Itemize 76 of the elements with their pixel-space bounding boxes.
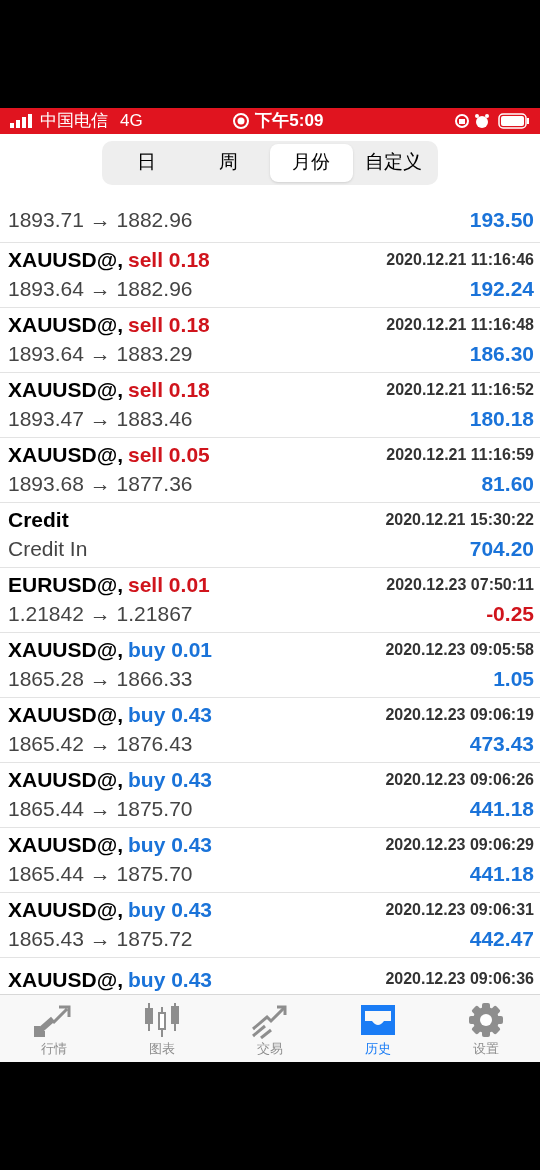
period-tab[interactable]: 月份 xyxy=(270,143,353,182)
symbol-label: XAUUSD@, xyxy=(8,377,123,404)
symbol-label: XAUUSD@, xyxy=(8,312,123,339)
deal-time: 2020.12.23 09:06:26 xyxy=(385,770,534,791)
profit-value: 193.50 xyxy=(469,207,534,233)
symbol-label: EURUSD@, xyxy=(8,572,123,599)
order-type-label: buy 0.43 xyxy=(128,897,213,924)
order-type-label: buy 0.43 xyxy=(128,966,213,993)
symbol-label: XAUUSD@, xyxy=(8,966,123,993)
price-range: 1865.44 → 1875.70 xyxy=(8,860,193,887)
rotation-lock-icon xyxy=(454,113,470,129)
profit-value: 473.43 xyxy=(469,730,534,757)
deal-time: 2020.12.23 09:06:31 xyxy=(385,900,534,921)
deal-time: 2020.12.23 09:06:29 xyxy=(385,835,534,856)
order-type-label: sell 0.18 xyxy=(128,312,210,339)
price-range: Credit In xyxy=(8,535,88,562)
period-tab[interactable]: 周 xyxy=(187,143,270,182)
deal-time: 2020.12.23 09:05:58 xyxy=(385,640,534,661)
order-type-label: buy 0.43 xyxy=(128,832,213,859)
deal-time: 2020.12.21 11:16:59 xyxy=(386,445,534,466)
carrier-label: 中国电信 xyxy=(40,110,108,133)
profit-value: 704.20 xyxy=(469,535,534,562)
deal-time: 2020.12.21 11:16:48 xyxy=(386,315,534,336)
price-range: 1893.64 → 1883.29 xyxy=(8,340,193,367)
order-type-label: sell 0.18 xyxy=(128,247,210,274)
tab-bar-item[interactable]: 图表 xyxy=(108,995,216,1062)
price-range: 1865.43 → 1875.72 xyxy=(8,925,193,952)
profit-value: 441.18 xyxy=(469,795,534,822)
tab-bar-item[interactable]: 行情 xyxy=(0,995,108,1062)
deal-time: 2020.12.21 11:16:52 xyxy=(386,380,534,401)
deal-time: 2020.12.21 15:30:22 xyxy=(385,510,534,531)
network-label: 4G xyxy=(120,110,143,133)
price-range: 1865.42 → 1876.43 xyxy=(8,730,193,757)
period-tab[interactable]: 日 xyxy=(105,143,188,182)
order-type-label: sell 0.18 xyxy=(128,377,210,404)
deal-time: 2020.12.23 09:06:19 xyxy=(385,705,534,726)
clock-time: 下午5:09 xyxy=(255,110,324,133)
deal-time: 2020.12.21 11:16:46 xyxy=(386,250,534,271)
symbol-label: XAUUSD@, xyxy=(8,767,123,794)
order-type-label: sell 0.01 xyxy=(128,572,210,599)
price-range: 1865.44 → 1875.70 xyxy=(8,795,193,822)
order-type-label: buy 0.01 xyxy=(128,637,213,664)
symbol-label: XAUUSD@, xyxy=(8,897,123,924)
order-type-label: sell 0.05 xyxy=(128,442,210,469)
symbol-label: XAUUSD@, xyxy=(8,832,123,859)
profit-value: 1.05 xyxy=(493,665,534,692)
deal-time: 2020.12.23 07:50:11 xyxy=(386,575,534,596)
price-range: 1893.68 → 1877.36 xyxy=(8,470,193,497)
tab-bar-item[interactable]: 设置 xyxy=(432,995,540,1062)
tab-bar-item[interactable]: 交易 xyxy=(216,995,324,1062)
profit-value: 442.47 xyxy=(469,925,534,952)
profit-value: 192.24 xyxy=(469,275,534,302)
profit-value: 81.60 xyxy=(481,470,534,497)
price-range: 1893.71 → 1882.96 xyxy=(8,207,193,233)
price-range: 1893.64 → 1882.96 xyxy=(8,275,193,302)
signal-icon xyxy=(10,114,34,128)
symbol-label: XAUUSD@, xyxy=(8,637,123,664)
period-tab[interactable]: 自定义 xyxy=(352,143,435,182)
battery-icon xyxy=(498,113,530,129)
profit-value: 180.18 xyxy=(469,405,534,432)
price-range: 1.21842 → 1.21867 xyxy=(8,600,193,627)
price-range: 1865.28 → 1866.33 xyxy=(8,665,193,692)
price-range: 1893.47 → 1883.46 xyxy=(8,405,193,432)
symbol-label: Credit xyxy=(8,507,69,534)
profit-value: 441.18 xyxy=(469,860,534,887)
tab-bar-item[interactable]: 历史 xyxy=(324,995,432,1062)
record-icon xyxy=(233,113,250,129)
order-type-label: buy 0.43 xyxy=(128,767,213,794)
order-type-label: buy 0.43 xyxy=(128,702,213,729)
symbol-label: XAUUSD@, xyxy=(8,442,123,469)
symbol-label: XAUUSD@, xyxy=(8,702,123,729)
profit-value: -0.25 xyxy=(486,600,534,627)
profit-value: 186.30 xyxy=(469,340,534,367)
alarm-icon xyxy=(474,113,490,129)
deal-time: 2020.12.23 09:06:36 xyxy=(385,969,534,990)
symbol-label: XAUUSD@, xyxy=(8,247,123,274)
